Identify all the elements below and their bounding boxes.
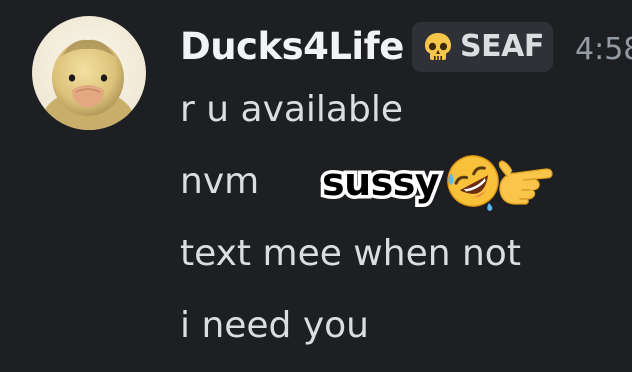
duckling-avatar-icon [32,16,146,130]
message-timestamp[interactable]: 4:58 [575,28,632,72]
message-line: i need you [180,305,369,346]
message-line: nvm [180,161,260,202]
sticker-caption: sussy [318,157,443,208]
backhand-pointing-left-emoji-icon [498,160,553,205]
chat-message-view: Ducks4Life SEAF 4:58 r u available nvm t… [0,0,632,372]
message-line: r u available [180,89,403,130]
user-avatar[interactable] [32,16,146,130]
message-line: text mee when not [180,233,521,274]
author-username[interactable]: Ducks4Life [180,20,404,74]
skull-icon [425,33,451,60]
server-tag-label: SEAF [460,29,544,64]
server-tag-badge[interactable]: SEAF [412,22,553,72]
